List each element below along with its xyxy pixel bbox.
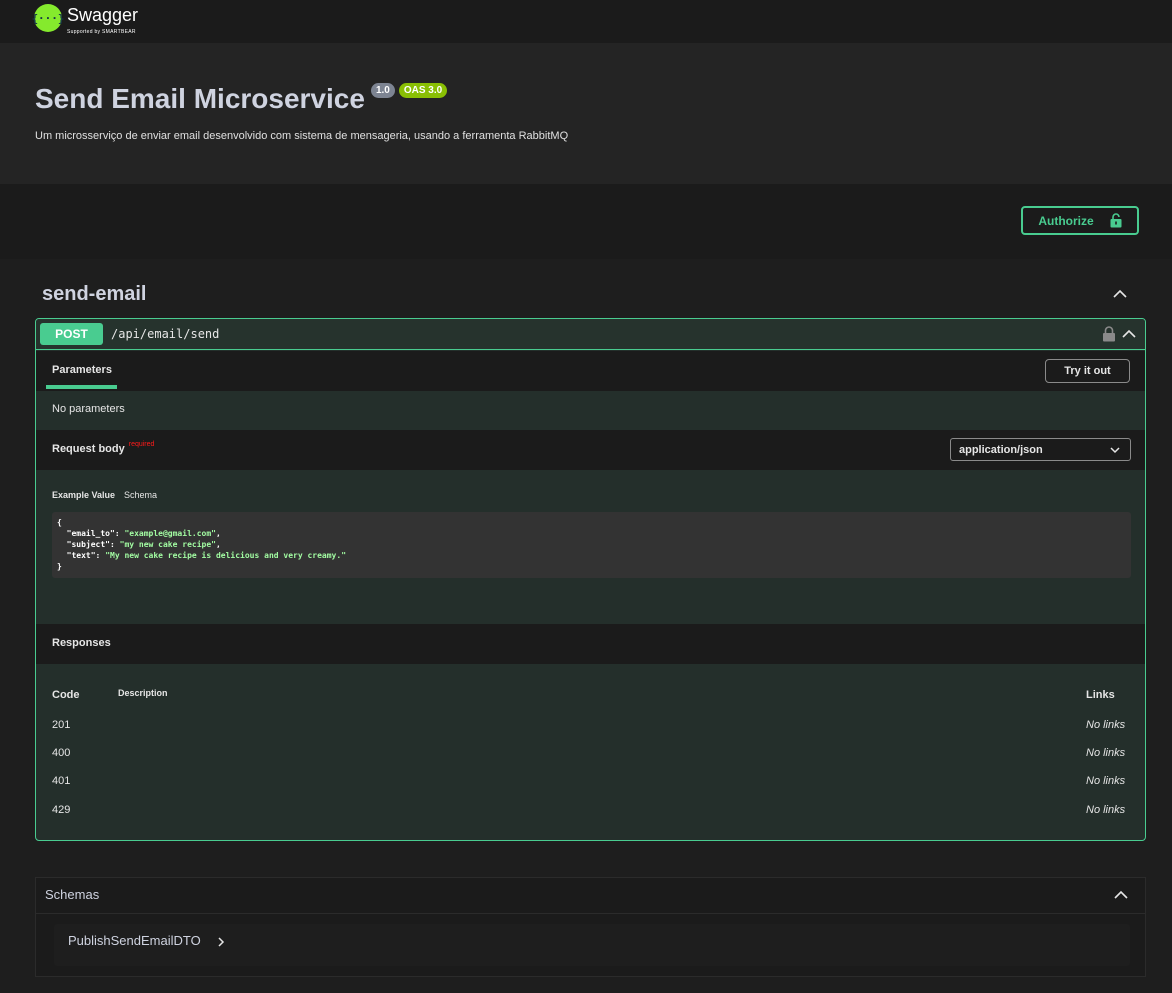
scheme-container: Authorize (0, 184, 1172, 259)
json-value: "example@gmail.com" (124, 529, 216, 538)
parameters-header: Parameters Try it out (36, 351, 1145, 391)
required-marker: required (128, 441, 155, 448)
json-key: "text" (66, 551, 96, 560)
response-links: No links (1086, 719, 1126, 731)
lock-icon[interactable] (1102, 326, 1116, 342)
version-badge: 1.0 (370, 83, 395, 98)
schemas-title: Schemas (45, 887, 100, 902)
tab-schema[interactable]: Schema (124, 490, 157, 500)
chevron-up-icon[interactable] (1121, 326, 1137, 342)
api-info: Send Email Microservice 1.0 OAS 3.0 Um m… (0, 43, 1172, 184)
responses-label: Responses (52, 637, 111, 649)
model-item[interactable]: PublishSendEmailDTO (54, 924, 1130, 966)
no-parameters-text: No parameters (52, 403, 125, 415)
oas-badge: OAS 3.0 (398, 83, 448, 98)
content-type-value: application/json (959, 443, 1043, 456)
api-description: Um microsserviço de enviar email desenvo… (35, 130, 569, 142)
authorize-label: Authorize (1038, 213, 1094, 228)
column-code: Code (52, 689, 80, 701)
authorize-button[interactable]: Authorize (1021, 206, 1139, 235)
response-code: 401 (52, 775, 71, 787)
response-code: 400 (52, 747, 71, 759)
json-value: "my new cake recipe" (119, 540, 216, 549)
unlock-icon (1110, 213, 1122, 228)
method-badge: POST (40, 323, 103, 345)
chevron-up-icon[interactable] (1112, 286, 1128, 302)
tab-example-value[interactable]: Example Value (52, 490, 115, 500)
request-body-label: Request body required (52, 441, 155, 455)
chevron-right-icon[interactable] (217, 937, 225, 947)
column-description: Description (118, 688, 168, 698)
example-tabs: Example Value Schema (52, 490, 157, 500)
request-body-title: Request body (52, 443, 125, 455)
schemas-header[interactable]: Schemas (36, 878, 1145, 914)
tag-send-email[interactable]: send-email (35, 276, 1146, 314)
chevron-up-icon[interactable] (1113, 887, 1129, 903)
response-links: No links (1086, 804, 1126, 816)
column-links: Links (1086, 689, 1115, 701)
model-name: PublishSendEmailDTO (68, 933, 201, 948)
logo-subtitle: Supported by SMARTBEAR (67, 29, 136, 35)
tab-underline (46, 385, 117, 389)
swagger-logo-icon: {···} (31, 4, 65, 32)
tag-title: send-email (42, 283, 147, 305)
operation-summary[interactable]: POST /api/email/send (36, 319, 1145, 350)
response-links: No links (1086, 747, 1126, 759)
response-code: 201 (52, 719, 71, 731)
request-body-header: Request body required application/json (36, 430, 1145, 470)
example-code-block: { "email_to": "example@gmail.com", "subj… (52, 512, 1131, 578)
swagger-logo[interactable]: {···} Swagger Supported by SMARTBEAR (31, 4, 139, 35)
top-bar: {···} Swagger Supported by SMARTBEAR (0, 0, 1172, 43)
operation-path: /api/email/send (111, 327, 220, 341)
chevron-down-icon (1110, 447, 1120, 454)
json-key: "email_to" (66, 529, 115, 538)
json-value: "My new cake recipe is delicious and ver… (105, 551, 347, 560)
schemas-section: Schemas PublishSendEmailDTO (35, 877, 1146, 977)
json-key: "subject" (66, 540, 110, 549)
response-code: 429 (52, 804, 71, 816)
try-it-out-button[interactable]: Try it out (1045, 359, 1130, 383)
response-links: No links (1086, 775, 1126, 787)
content-type-select[interactable]: application/json (950, 438, 1131, 461)
responses-header: Responses (36, 624, 1145, 664)
operation-post-send: POST /api/email/send Parameters Try it o… (35, 318, 1146, 841)
page-title: Send Email Microservice (35, 83, 365, 114)
tab-parameters[interactable]: Parameters (52, 364, 112, 376)
logo-name: Swagger (67, 5, 139, 25)
